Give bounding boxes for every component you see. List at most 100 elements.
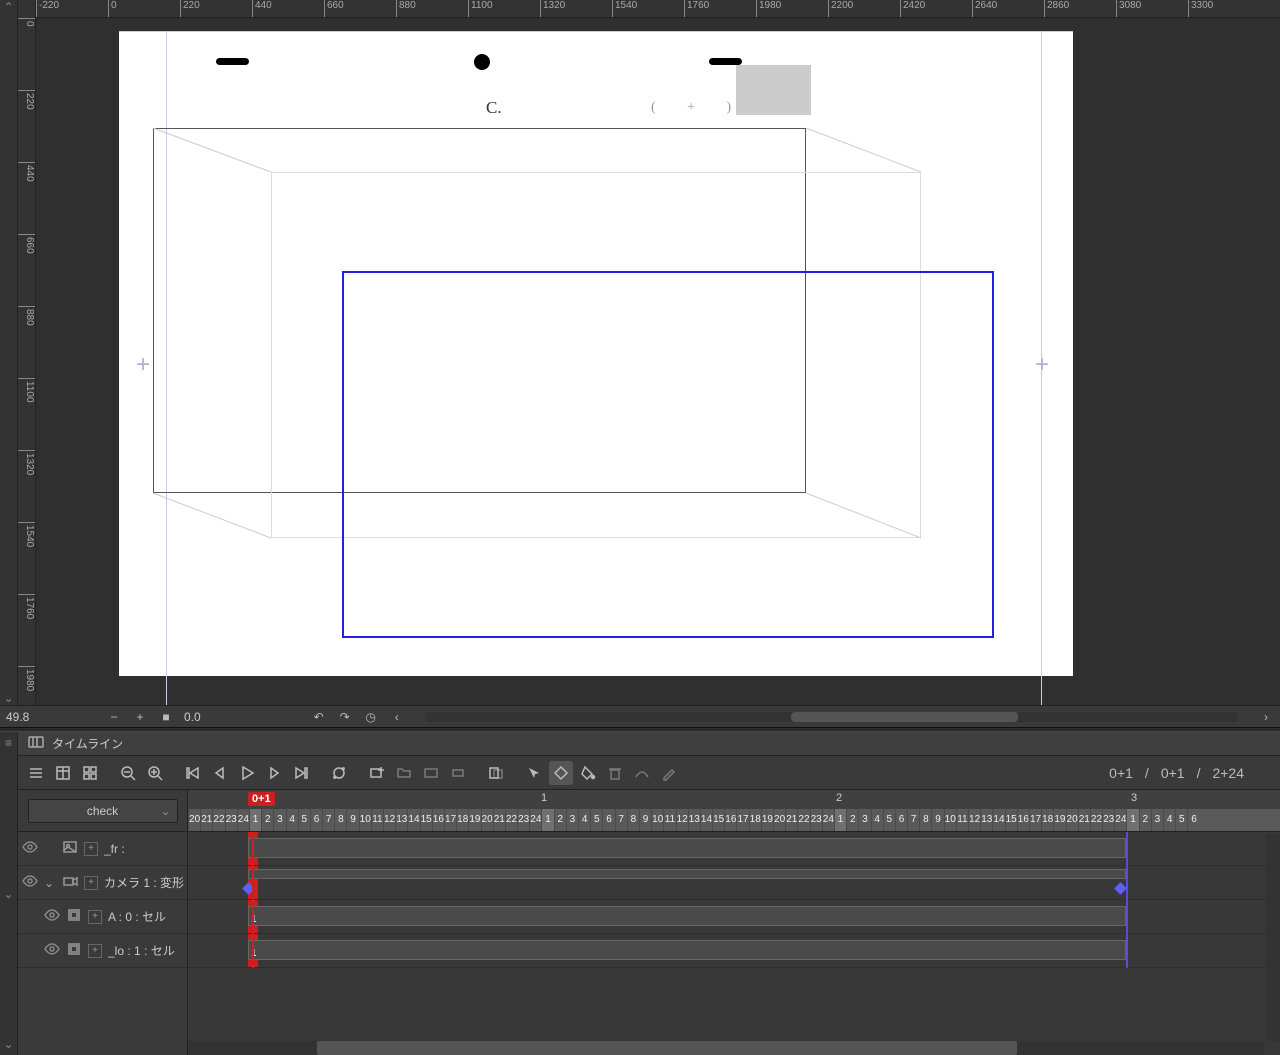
chevron-down-icon[interactable]: ⌄ <box>3 887 13 901</box>
frame-number: 4 <box>871 809 883 831</box>
chevron-left-icon[interactable]: ‹ <box>389 710 405 724</box>
layer-row[interactable]: +_fr : <box>18 832 187 866</box>
track-row[interactable]: 1 <box>188 900 1280 934</box>
frame-number: 19 <box>1053 809 1065 831</box>
delete-icon[interactable] <box>603 761 627 785</box>
new-folder-icon[interactable] <box>392 761 416 785</box>
frame-number: 21 <box>785 809 797 831</box>
layer-rows: +_fr : ⌄ + カメラ 1 : 変形 +A : 0 : セル+_lo : 1 : … <box>18 832 187 968</box>
history-icon[interactable]: ◷ <box>363 710 379 724</box>
frame-number: 5 <box>298 809 310 831</box>
onion-skin-icon[interactable] <box>484 761 508 785</box>
clip-icon-2[interactable] <box>446 761 470 785</box>
frame-number: 18 <box>749 809 761 831</box>
frame-number: 22 <box>505 809 517 831</box>
scrollbar-thumb[interactable] <box>317 1041 1016 1055</box>
select-tool-icon[interactable] <box>522 761 546 785</box>
zoom-in-icon[interactable] <box>143 761 167 785</box>
prev-frame-icon[interactable] <box>208 761 232 785</box>
visibility-toggle-icon[interactable] <box>22 873 38 892</box>
clip-icon[interactable] <box>419 761 443 785</box>
zoom-in-button[interactable]: + <box>132 710 148 724</box>
track-row[interactable]: 1 <box>188 934 1280 968</box>
frame-number: 23 <box>810 809 822 831</box>
track-row[interactable] <box>188 832 1280 866</box>
playhead-line[interactable] <box>252 832 254 968</box>
display-mode-select[interactable]: check <box>28 799 178 823</box>
add-icon[interactable]: + <box>84 876 98 890</box>
track-strip[interactable]: 1 <box>248 906 1126 926</box>
frame-number: 9 <box>931 809 943 831</box>
redo-icon[interactable]: ↷ <box>337 710 353 724</box>
ruler-tick: 1540 <box>612 0 637 17</box>
track-strip[interactable] <box>248 838 1126 858</box>
horizontal-scrollbar[interactable] <box>188 1041 1264 1055</box>
visibility-toggle-icon[interactable] <box>22 839 38 858</box>
playhead-indicator[interactable]: 0+1 <box>248 792 275 806</box>
canvas[interactable]: C. ( + ) + + <box>36 18 1280 705</box>
frame-number: 3 <box>273 809 285 831</box>
add-icon[interactable]: + <box>88 910 102 924</box>
chevron-down-icon[interactable]: ⌄ <box>44 876 56 890</box>
chevron-down-icon[interactable]: ⌄ <box>3 691 13 705</box>
paint-bucket-icon[interactable] <box>576 761 600 785</box>
add-icon[interactable]: + <box>88 944 102 958</box>
loop-icon[interactable] <box>327 761 351 785</box>
curve-icon[interactable] <box>630 761 654 785</box>
undo-icon[interactable]: ↶ <box>311 710 327 724</box>
sheet-mode-icon[interactable] <box>51 761 75 785</box>
frame-number: 11 <box>956 809 968 831</box>
layer-row[interactable]: +A : 0 : セル <box>18 900 187 934</box>
frame-ruler[interactable]: 0+1 202122232412345678910111213141516171… <box>188 790 1280 832</box>
frame-number: 8 <box>334 809 346 831</box>
zoom-out-icon[interactable] <box>116 761 140 785</box>
layer-column: check +_fr : ⌄ + カメラ 1 : 変形 +A : 0 : セル+_lo … <box>18 790 188 1055</box>
chevron-up-icon[interactable]: ⌃ <box>3 0 13 14</box>
horizontal-scrollbar[interactable] <box>425 712 1238 722</box>
track-column[interactable]: 0+1 202122232412345678910111213141516171… <box>188 790 1280 1055</box>
menu-icon[interactable]: ≡ <box>5 736 12 750</box>
expand-icon[interactable] <box>78 761 102 785</box>
layer-type-icon <box>62 873 78 892</box>
current-frame-2: 0+1 <box>1161 765 1185 781</box>
frame-number: 15 <box>420 809 432 831</box>
layer-row[interactable]: ⌄ + カメラ 1 : 変形 <box>18 866 187 900</box>
frame-number: 3 <box>566 809 578 831</box>
keyframe-tool-icon[interactable] <box>549 761 573 785</box>
page-paren-label: ( + ) <box>651 100 745 116</box>
stop-button[interactable]: ■ <box>158 710 174 724</box>
chevron-right-icon[interactable]: › <box>1258 710 1274 724</box>
keyframe-icon[interactable] <box>1114 882 1127 895</box>
frame-number: 14 <box>992 809 1004 831</box>
peg-hole-icon <box>216 58 249 65</box>
camera-frame[interactable] <box>342 271 994 638</box>
layer-row[interactable]: +_lo : 1 : セル <box>18 934 187 968</box>
layer-name: カメラ 1 : 変形 <box>104 874 187 891</box>
track-strip[interactable] <box>248 869 1126 879</box>
frame-number: 6 <box>602 809 614 831</box>
list-mode-icon[interactable] <box>24 761 48 785</box>
add-icon[interactable]: + <box>84 842 98 856</box>
chevron-down-icon[interactable]: ⌄ <box>3 1037 13 1051</box>
layer-type-icon <box>66 941 82 960</box>
viewport-status-bar: 49.8 − + ■ 0.0 ↶ ↷ ◷ ‹ › <box>0 705 1280 727</box>
next-frame-icon[interactable] <box>262 761 286 785</box>
peg-hole-icon <box>709 58 742 65</box>
scrollbar-thumb[interactable] <box>791 712 1019 722</box>
track-row[interactable] <box>188 866 1280 900</box>
second-marker: 1 <box>541 792 547 804</box>
vertical-scrollbar[interactable] <box>1266 834 1280 1041</box>
play-icon[interactable] <box>235 761 259 785</box>
visibility-toggle-icon[interactable] <box>44 941 60 960</box>
edit-icon[interactable] <box>657 761 681 785</box>
ruler-tick: 2860 <box>1044 0 1069 17</box>
go-end-icon[interactable] <box>289 761 313 785</box>
frame-number: 1 <box>249 809 261 831</box>
layer-column-header: check <box>18 790 187 832</box>
go-start-icon[interactable] <box>181 761 205 785</box>
visibility-toggle-icon[interactable] <box>44 907 60 926</box>
new-cel-icon[interactable] <box>365 761 389 785</box>
zoom-out-button[interactable]: − <box>106 710 122 724</box>
end-frame-line[interactable] <box>1126 832 1128 968</box>
track-strip[interactable]: 1 <box>248 940 1126 960</box>
